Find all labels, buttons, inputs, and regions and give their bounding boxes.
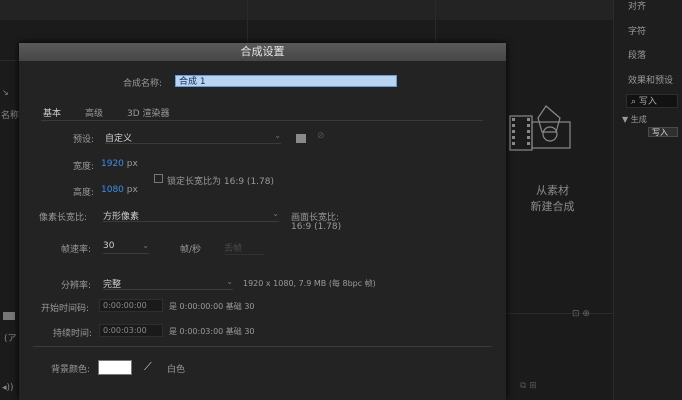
bg-color-name: 白色 — [167, 365, 186, 375]
frame-rate-select[interactable]: 30 ⌄ — [103, 241, 149, 254]
height-value: 1080 — [101, 185, 124, 195]
comp-name-label: 合成名称: — [123, 79, 163, 89]
section-divider — [33, 346, 492, 347]
new-comp-from-footage[interactable]: 从素材 新建合成 — [505, 183, 600, 215]
viewer-toolbar-icons[interactable]: ⊡ ⊕ — [572, 309, 590, 319]
panel-divider — [247, 0, 248, 43]
bg-color-label: 背景颜色: — [51, 365, 91, 375]
pixel-aspect-value: 方形像素 — [103, 212, 140, 222]
bg-color-swatch[interactable] — [98, 360, 132, 375]
height-field[interactable]: 1080 px — [101, 185, 138, 195]
resolution-info: 1920 x 1080, 7.9 MB (每 8bpc 帧) — [243, 279, 376, 288]
panel-divider — [0, 60, 19, 61]
duration-input[interactable]: 0:00:03:00 — [99, 324, 163, 337]
lock-aspect-label: 锁定长宽比为 16:9 (1.78) — [167, 177, 274, 187]
search-icon: ⌕ — [631, 97, 637, 107]
frame-aspect-value: 16:9 (1.78) — [291, 222, 342, 232]
start-timecode-label: 开始时间码: — [41, 304, 90, 314]
panel-divider — [505, 313, 613, 314]
height-label: 高度: — [73, 188, 95, 198]
dialog-title: 合成设置 — [19, 43, 506, 61]
start-timecode-input[interactable]: 0:00:00:00 — [99, 299, 163, 312]
preset-value: 自定义 — [105, 134, 133, 144]
chevron-down-icon: ⌄ — [274, 131, 281, 140]
frame-rate-unit: 帧/秒 — [180, 245, 202, 255]
effects-tree-group[interactable]: ▼ 生成 — [622, 114, 647, 125]
project-panel-name-header: 名称 — [1, 111, 20, 121]
eyedropper-icon[interactable]: ⟋ — [144, 360, 152, 374]
panel-tab-paragraph[interactable]: 段落 — [628, 48, 646, 61]
composition-icon[interactable] — [508, 104, 572, 156]
width-field[interactable]: 1920 px — [101, 159, 138, 169]
tab-advanced[interactable]: 高级 — [85, 106, 103, 119]
drop-frame-select[interactable]: 丢帧 — [224, 241, 264, 255]
tab-basic[interactable]: 基本 — [43, 106, 62, 121]
chevron-down-icon: ⌄ — [142, 241, 149, 250]
audio-icon[interactable]: ◂)) — [2, 383, 14, 393]
effects-search-input[interactable]: ⌕ 写入 — [626, 94, 678, 108]
height-unit: px — [126, 185, 138, 195]
delete-preset-icon[interactable]: ⊘ — [317, 131, 325, 141]
frame-rate-label: 帧速率: — [61, 245, 92, 255]
preset-select[interactable]: 自定义 ⌄ — [105, 131, 281, 144]
panel-divider — [435, 0, 436, 43]
duration-label: 持续时间: — [53, 329, 93, 339]
pixel-aspect-label: 像素长宽比: — [39, 213, 88, 223]
project-panel-arrow-icon: ↘ — [2, 88, 9, 97]
panel-tab-effects-presets[interactable]: 效果和预设 — [628, 73, 673, 86]
project-panel-fragment: (ア — [4, 334, 17, 344]
chevron-down-icon: ⌄ — [272, 209, 279, 218]
lock-aspect-checkbox[interactable] — [154, 174, 163, 183]
comp-name-input[interactable]: 合成 1 — [175, 75, 397, 87]
chevron-down-icon: ⌄ — [226, 277, 233, 286]
pixel-aspect-select[interactable]: 方形像素 ⌄ — [103, 209, 279, 222]
viewer-toolbar-icons[interactable]: ⧉ ⊞ — [520, 381, 537, 391]
tab-3d-renderer[interactable]: 3D 渲染器 — [127, 106, 170, 119]
folder-icon[interactable] — [3, 312, 15, 320]
new-comp-line-1: 从素材 — [536, 184, 569, 197]
width-value: 1920 — [101, 159, 124, 169]
new-comp-line-2: 新建合成 — [530, 200, 575, 213]
resolution-value: 完整 — [103, 280, 122, 290]
panel-tab-align[interactable]: 对齐 — [628, 0, 646, 12]
right-panel: 对齐 字符 段落 效果和预设 ⌕ 写入 ▼ 生成 写入 — [613, 0, 682, 400]
drop-frame-value: 丢帧 — [224, 244, 243, 254]
width-label: 宽度: — [73, 162, 95, 172]
composition-settings-dialog: 合成设置 合成名称: 合成 1 基本 高级 3D 渲染器 预设: 自定义 ⌄ ⊘… — [19, 43, 506, 400]
resolution-label: 分辨率: — [61, 281, 92, 291]
preset-label: 预设: — [73, 135, 95, 145]
effects-preset-item[interactable]: 写入 — [648, 127, 678, 137]
start-timecode-info: 是 0:00:00:00 基础 30 — [169, 302, 255, 311]
duration-info: 是 0:00:03:00 基础 30 — [169, 327, 255, 336]
width-unit: px — [126, 159, 138, 169]
effects-search-value: 写入 — [638, 97, 657, 107]
resolution-select[interactable]: 完整 ⌄ — [103, 277, 233, 290]
save-preset-icon[interactable] — [296, 134, 306, 143]
frame-rate-value: 30 — [103, 241, 115, 251]
tab-divider — [41, 120, 483, 121]
app-top-bar — [0, 0, 682, 20]
panel-tab-character[interactable]: 字符 — [628, 24, 646, 37]
